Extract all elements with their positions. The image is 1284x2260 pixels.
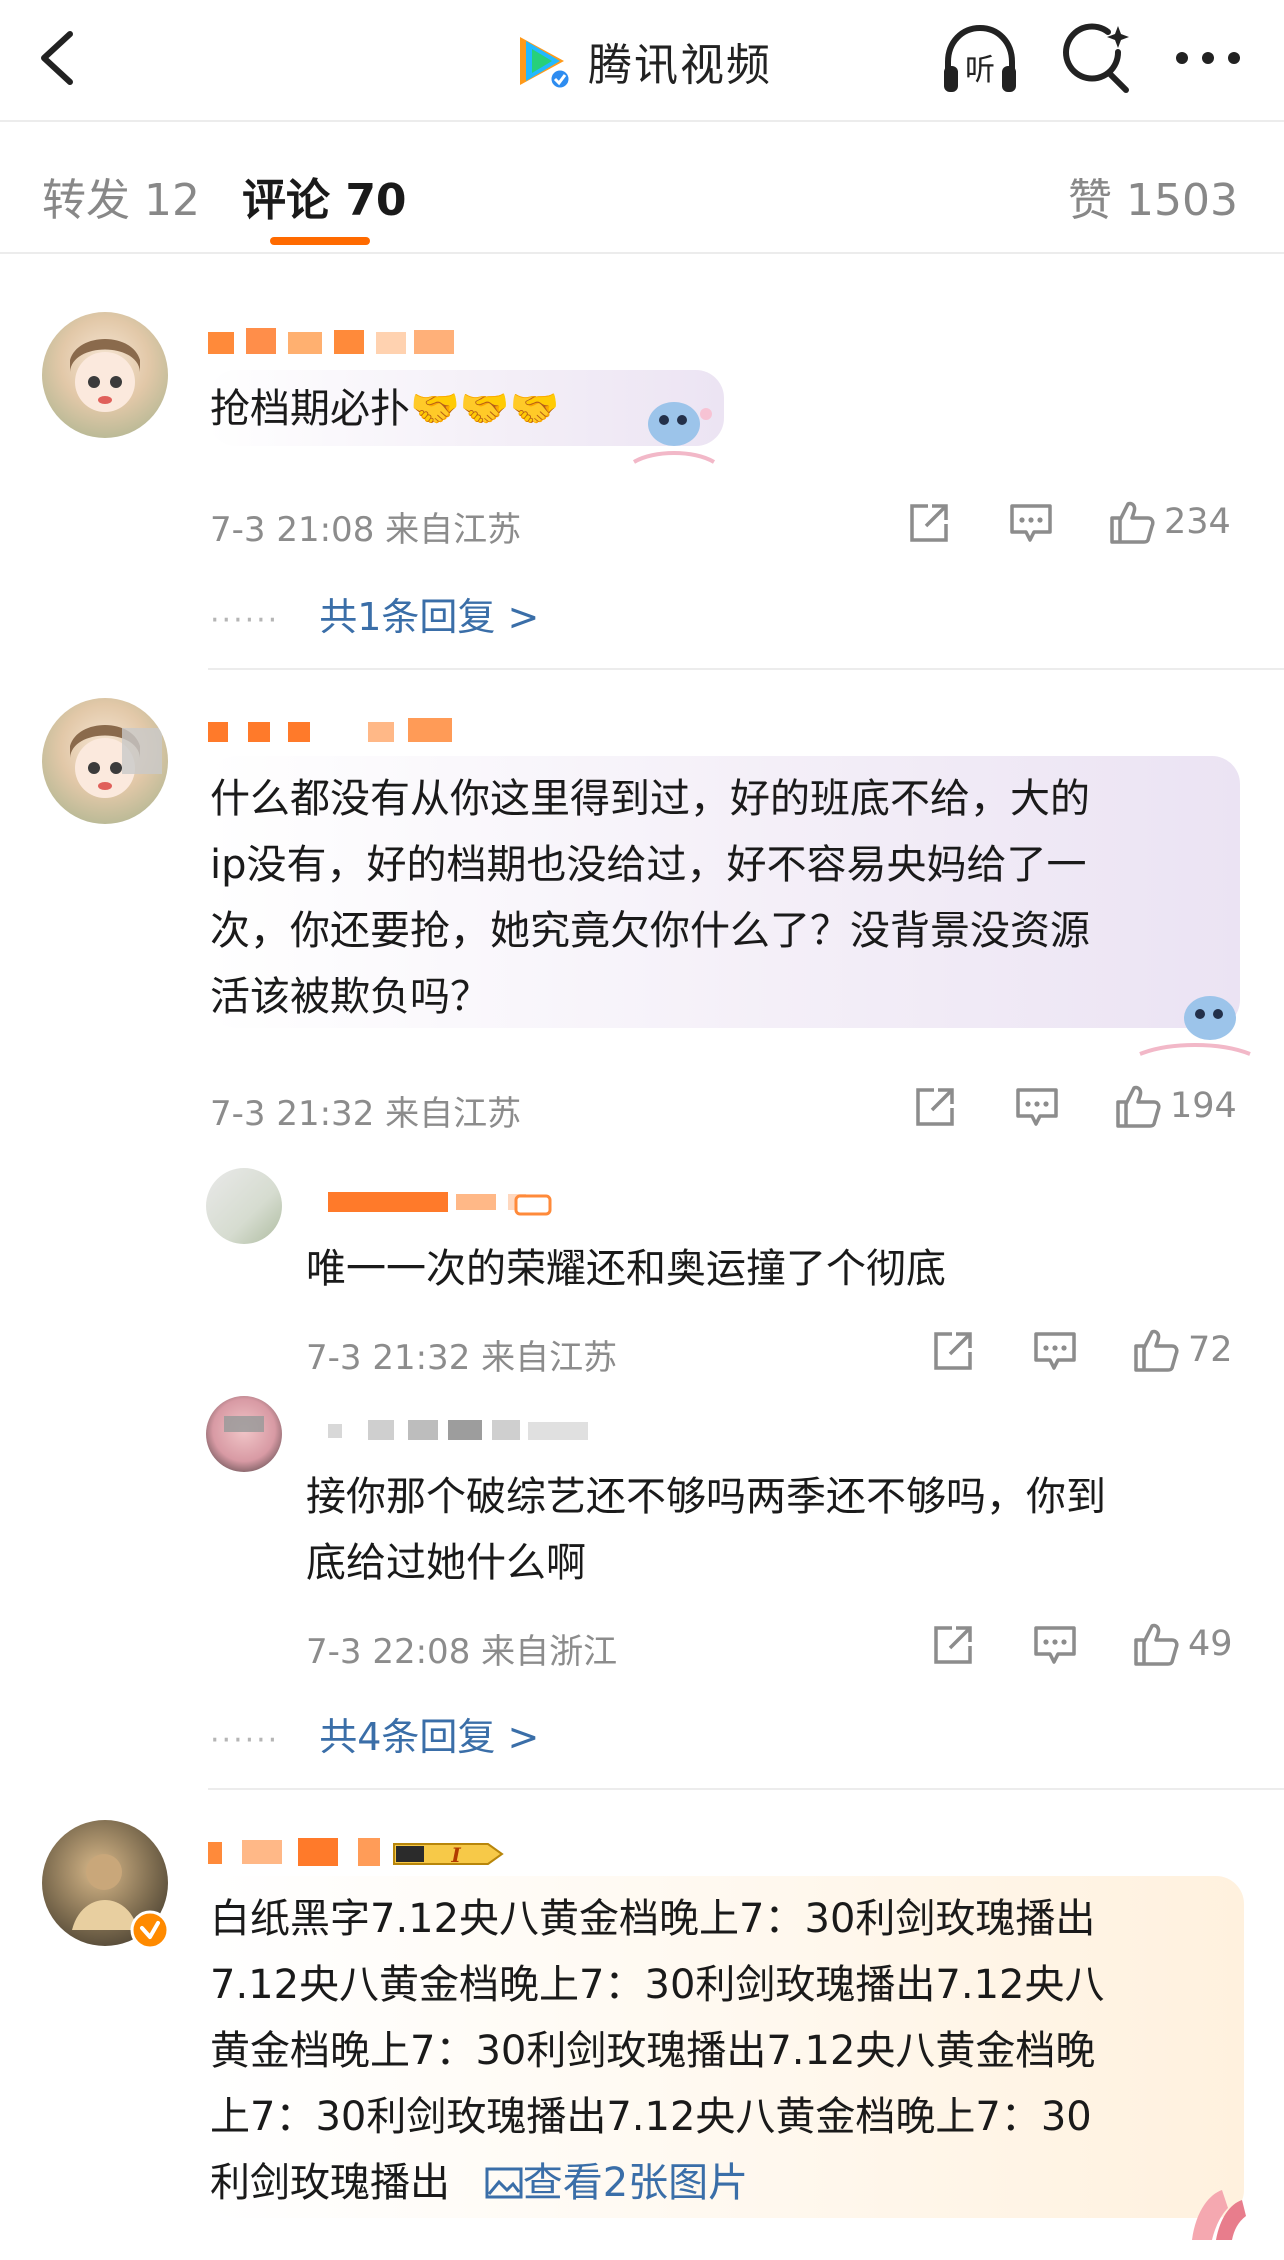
tab-comments[interactable]: 评论 70 <box>242 164 407 228</box>
comment-meta: 7-3 21:08 来自江苏 <box>210 510 522 550</box>
reply-text-line: 接你那个破综艺还不够吗两季还不够吗，你到 <box>306 1474 1106 1520</box>
share-button[interactable] <box>912 1084 958 1130</box>
comment-text-line: 次，你还要抢，她究竟欠你什么了？没背景没资源 <box>210 908 1090 954</box>
username-redacted[interactable] <box>208 326 456 358</box>
share-button[interactable] <box>930 1622 976 1668</box>
thumbs-up-icon <box>1134 1329 1179 1372</box>
top-bar: 腾讯视频 听 <box>0 0 1284 122</box>
thumbs-up-icon <box>1134 1623 1179 1666</box>
like-count: 194 <box>1170 1086 1237 1126</box>
tab-repost[interactable]: 转发 12 <box>42 164 200 228</box>
svg-text:听: 听 <box>965 53 995 88</box>
reply-button[interactable] <box>1032 1328 1078 1374</box>
view-replies-label: 共1条回复 > <box>319 595 540 639</box>
comment-text-line-with-link: 利剑玫瑰播出 查看2张图片 <box>210 2150 1104 2216</box>
more-button[interactable] <box>1170 34 1246 84</box>
comment-text-line: 利剑玫瑰播出 <box>210 2160 450 2206</box>
reply-button[interactable] <box>1014 1084 1060 1130</box>
comment-text-line: 白纸黑字7.12央八黄金档晚上7：30利剑玫瑰播出 <box>210 1896 1096 1942</box>
avatar-illustration <box>70 725 162 798</box>
share-button[interactable] <box>906 500 952 546</box>
comment-divider <box>208 1788 1284 1790</box>
like-count: 234 <box>1164 502 1231 542</box>
avatar-illustration <box>224 1416 264 1432</box>
avatar-illustration <box>70 339 140 412</box>
view-replies-label: 共4条回复 > <box>319 1715 540 1759</box>
comment-divider <box>208 668 1284 670</box>
username-redacted[interactable]: I <box>208 1834 508 1870</box>
reply-dots: ······ <box>210 603 280 638</box>
reply-text: 接你那个破综艺还不够吗两季还不够吗，你到 底给过她什么啊 <box>306 1464 1106 1596</box>
brand-header: 腾讯视频 <box>512 26 772 96</box>
bubble-sticker-icon <box>632 402 716 464</box>
view-images-label: 查看2张图片 <box>522 2160 749 2206</box>
tab-bar: 转发 12 评论 70 赞 1503 <box>0 124 1284 254</box>
like-count: 49 <box>1188 1624 1233 1664</box>
reply-button[interactable] <box>1008 500 1054 546</box>
tab-likes[interactable]: 赞 1503 <box>1068 164 1238 228</box>
share-icon <box>934 1626 972 1664</box>
view-replies-link[interactable]: ······ 共4条回复 > <box>210 1706 539 1761</box>
reply-dots: ······ <box>210 1723 280 1758</box>
share-button[interactable] <box>930 1328 976 1374</box>
more-icon <box>1176 52 1240 64</box>
verified-badge-icon <box>130 1910 170 1950</box>
comment-text-line: 活该被欺负吗？ <box>210 974 490 1020</box>
comment-text-line: 黄金档晚上7：30利剑玫瑰播出7.12央八黄金档晚 <box>210 2028 1096 2074</box>
image-icon <box>485 2167 523 2199</box>
search-button[interactable] <box>1058 22 1134 98</box>
comment-text-line: 什么都没有从你这里得到过，好的班底不给，大的 <box>210 776 1090 822</box>
tencent-video-logo <box>512 31 572 91</box>
active-tab-indicator <box>270 237 370 245</box>
view-images-link[interactable]: 查看2张图片 <box>485 2160 748 2206</box>
listen-icon: 听 <box>944 24 1016 92</box>
avatar[interactable] <box>42 312 168 438</box>
back-button[interactable] <box>30 28 90 88</box>
comment-text: 抢档期必扑🤝🤝🤝 <box>210 386 560 432</box>
reply-text: 唯一一次的荣耀还和奥运撞了个彻底 <box>306 1246 946 1292</box>
share-icon <box>934 1332 972 1370</box>
view-replies-link[interactable]: ······ 共1条回复 > <box>210 586 539 641</box>
search-icon <box>1063 23 1129 93</box>
comment-text-line: 7.12央八黄金档晚上7：30利剑玫瑰播出7.12央八 <box>210 1962 1105 2008</box>
username-redacted[interactable] <box>328 1184 558 1216</box>
like-button[interactable]: 49 <box>1132 1620 1233 1668</box>
comment-text-line: ip没有，好的档期也没给过，好不容易央妈给了一 <box>210 842 1087 888</box>
reply-meta: 7-3 21:32 来自江苏 <box>306 1338 618 1378</box>
reply-meta: 7-3 22:08 来自浙江 <box>306 1632 618 1672</box>
comment-icon <box>1034 1332 1076 1370</box>
svg-text:I: I <box>450 1843 461 1867</box>
comment-icon <box>1016 1088 1058 1126</box>
brand-name: 腾讯视频 <box>588 40 772 91</box>
comment-meta: 7-3 21:32 来自江苏 <box>210 1094 522 1134</box>
avatar[interactable] <box>42 698 168 824</box>
username-redacted[interactable] <box>208 714 456 746</box>
thumbs-up-icon <box>1116 1085 1161 1128</box>
avatar[interactable] <box>206 1168 282 1244</box>
comment-icon <box>1034 1626 1076 1664</box>
thumbs-up-icon <box>1110 501 1155 544</box>
back-arrow-icon <box>41 31 73 85</box>
like-button[interactable]: 72 <box>1132 1326 1233 1374</box>
like-button[interactable]: 234 <box>1108 498 1231 546</box>
like-count: 72 <box>1188 1330 1233 1370</box>
bubble-sticker-icon <box>1139 996 1251 1056</box>
avatar[interactable] <box>206 1396 282 1472</box>
like-button[interactable]: 194 <box>1114 1082 1237 1130</box>
username-redacted[interactable] <box>328 1412 598 1444</box>
listen-button[interactable]: 听 <box>938 22 1022 98</box>
bubble-sticker-icon <box>1192 2190 1246 2240</box>
reply-button[interactable] <box>1032 1622 1078 1668</box>
comment-text: 什么都没有从你这里得到过，好的班底不给，大的 ip没有，好的档期也没给过，好不容… <box>210 766 1090 1030</box>
comment-text: 白纸黑字7.12央八黄金档晚上7：30利剑玫瑰播出 7.12央八黄金档晚上7：3… <box>210 1886 1104 2216</box>
share-icon <box>916 1088 954 1126</box>
comment-text-line: 上7：30利剑玫瑰播出7.12央八黄金档晚上7：30 <box>210 2094 1092 2140</box>
share-icon <box>910 504 948 542</box>
reply-text-line: 底给过她什么啊 <box>306 1540 586 1586</box>
comment-icon <box>1010 504 1052 542</box>
